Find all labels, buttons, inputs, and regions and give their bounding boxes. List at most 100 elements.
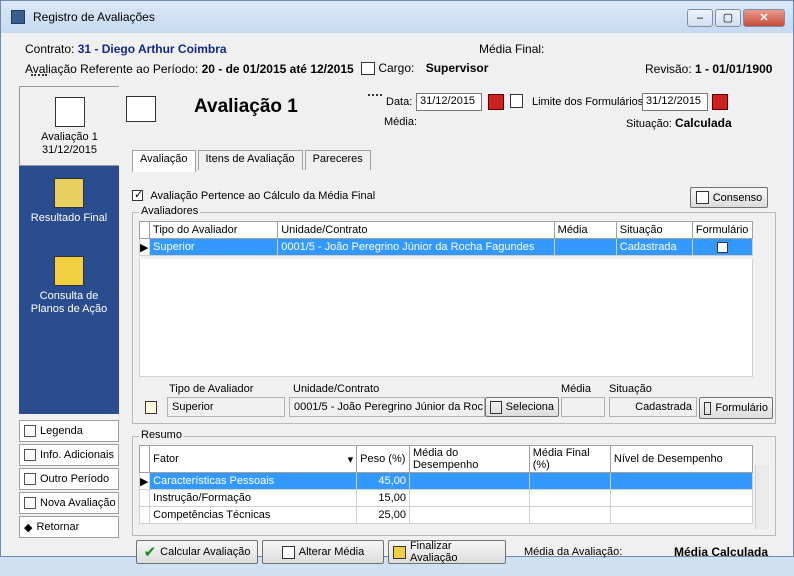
evaluation-panel: Avaliação 1 Data: 31/12/2015 Limite dos … bbox=[126, 86, 786, 574]
calendar-icon[interactable] bbox=[488, 94, 504, 110]
cell-fator: Instrução/Formação bbox=[149, 489, 358, 507]
calculo-checkbox-row[interactable]: Avaliação Pertence ao Cálculo da Média F… bbox=[132, 188, 375, 202]
table-row[interactable]: ▶ Características Pessoais 45,00 bbox=[138, 472, 754, 490]
calcular-avaliacao-button[interactable]: ✔ Calcular Avaliação bbox=[136, 540, 258, 564]
media-final-label: Média Final: bbox=[479, 42, 545, 56]
finalizar-avaliacao-button[interactable]: Finalizar Avaliação bbox=[388, 540, 506, 564]
cell-tipo: Superior bbox=[149, 238, 279, 256]
resumo-group: Resumo Fator ▾ Peso (%) Média do Desempen… bbox=[132, 429, 776, 536]
consenso-button[interactable]: Consenso bbox=[690, 187, 768, 208]
evaluation-icon bbox=[126, 96, 156, 122]
column-header[interactable]: Unidade/Contrato bbox=[277, 221, 555, 239]
resumo-scrollbar[interactable] bbox=[755, 465, 769, 529]
checkmark-icon: ✔ bbox=[143, 544, 157, 561]
media-label: Média: bbox=[384, 116, 418, 128]
avaliadores-table: Tipo do Avaliador Unidade/Contrato Média… bbox=[138, 221, 754, 256]
table-header: Fator ▾ Peso (%) Média do Desempenho Médi… bbox=[138, 445, 754, 473]
table-empty-area bbox=[139, 259, 753, 377]
minimize-button[interactable]: – bbox=[687, 9, 713, 27]
cell-fator: Competências Técnicas bbox=[149, 506, 358, 524]
periodo-line: Avaliação Referente ao Período: 20 - de … bbox=[25, 62, 354, 76]
form-icon bbox=[704, 401, 712, 415]
more-icon[interactable] bbox=[368, 94, 382, 100]
table-row[interactable]: Instrução/Formação 15,00 bbox=[138, 489, 754, 507]
page-title: Avaliação 1 bbox=[194, 96, 298, 117]
detail-media-label: Média bbox=[561, 383, 591, 395]
column-header[interactable]: Nível de Desempenho bbox=[609, 445, 754, 473]
resumo-table: Fator ▾ Peso (%) Média do Desempenho Médi… bbox=[138, 445, 754, 524]
column-header[interactable]: Situação bbox=[615, 221, 693, 239]
edit-icon[interactable] bbox=[361, 62, 375, 76]
title-bar: Registro de Avaliações – ▢ ✕ bbox=[1, 1, 793, 33]
formulario-checkbox[interactable] bbox=[716, 240, 728, 253]
info-adicionais-button[interactable]: Info. Adicionais bbox=[19, 444, 119, 466]
sidebar-item-label: Consulta de Planos de Ação bbox=[30, 290, 108, 315]
info-doc-icon[interactable] bbox=[510, 94, 523, 108]
cargo-line: Cargo: Supervisor bbox=[361, 61, 489, 76]
table-header: Tipo do Avaliador Unidade/Contrato Média… bbox=[138, 221, 754, 239]
retornar-button[interactable]: ◆ Retornar bbox=[19, 516, 119, 538]
dropdown-arrow-icon[interactable]: ▾ bbox=[348, 453, 354, 466]
close-button[interactable]: ✕ bbox=[743, 9, 785, 27]
outro-periodo-button[interactable]: Outro Período bbox=[19, 468, 119, 490]
sidebar-item-avaliacao-1[interactable]: Avaliação 1 31/12/2015 bbox=[19, 86, 119, 166]
column-header[interactable]: Média bbox=[553, 221, 617, 239]
column-header[interactable]: Média do Desempenho bbox=[408, 445, 530, 473]
cell-situacao: Cadastrada bbox=[615, 238, 693, 256]
data-field[interactable]: 31/12/2015 bbox=[416, 93, 482, 111]
situacao-label: Situação: bbox=[626, 118, 672, 130]
app-icon bbox=[11, 10, 25, 24]
new-document-icon[interactable] bbox=[145, 401, 157, 414]
search-icon bbox=[490, 400, 502, 414]
sidebar: Avaliação 1 31/12/2015 Resultado Final C… bbox=[19, 86, 123, 576]
cell-fator: Características Pessoais bbox=[149, 472, 358, 490]
alterar-media-button[interactable]: Alterar Média bbox=[262, 540, 384, 564]
detail-tipo-label: Tipo de Avaliador bbox=[169, 383, 254, 395]
cell-formulario[interactable] bbox=[691, 238, 754, 256]
seleciona-button[interactable]: Seleciona bbox=[485, 397, 559, 417]
resumo-title: Resumo bbox=[139, 429, 184, 441]
new-document-icon bbox=[24, 497, 36, 509]
sidebar-item-resultado-final[interactable]: Resultado Final bbox=[19, 178, 119, 238]
cell-peso: 25,00 bbox=[356, 506, 410, 524]
sidebar-item-label: Resultado Final bbox=[30, 212, 108, 224]
tab-pareceres[interactable]: Pareceres bbox=[304, 150, 371, 170]
table-row[interactable]: ▶ Superior 0001/5 - João Peregrino Júnio… bbox=[138, 238, 754, 256]
revisao-value: 1 - 01/01/1900 bbox=[695, 62, 773, 76]
column-header[interactable]: Tipo do Avaliador bbox=[149, 221, 279, 239]
cell-peso: 15,00 bbox=[356, 489, 410, 507]
column-header-fator[interactable]: Fator ▾ bbox=[149, 445, 358, 473]
column-header[interactable]: Formulário bbox=[691, 221, 754, 239]
tab-avaliacao[interactable]: Avaliação bbox=[132, 150, 196, 172]
maximize-button[interactable]: ▢ bbox=[715, 9, 741, 27]
detail-situacao-field: Cadastrada bbox=[609, 397, 697, 417]
column-header[interactable]: Peso (%) bbox=[356, 445, 410, 473]
cell-media bbox=[553, 238, 617, 256]
client-area: Contrato: 31 - Diego Arthur Coimbra Médi… bbox=[9, 33, 785, 564]
formulario-button[interactable]: Formulário bbox=[699, 397, 773, 419]
tab-itens-avaliacao[interactable]: Itens de Avaliação bbox=[197, 150, 303, 170]
legenda-button[interactable]: Legenda bbox=[19, 420, 119, 442]
results-book-icon bbox=[54, 178, 84, 208]
consenso-icon bbox=[695, 191, 709, 204]
limite-label: Limite dos Formulários: bbox=[532, 96, 647, 108]
contrato-line: Contrato: 31 - Diego Arthur Coimbra bbox=[25, 42, 227, 56]
contrato-value: 31 - Diego Arthur Coimbra bbox=[77, 42, 227, 56]
tab-bar: Avaliação Itens de Avaliação Pareceres bbox=[132, 150, 373, 172]
limite-field[interactable]: 31/12/2015 bbox=[642, 93, 708, 111]
calculo-checkbox[interactable] bbox=[132, 188, 143, 202]
detail-unidade-label: Unidade/Contrato bbox=[293, 383, 380, 395]
sidebar-item-planos-acao[interactable]: Consulta de Planos de Ação bbox=[19, 256, 119, 326]
calendar-icon[interactable] bbox=[712, 94, 728, 110]
splitter-handle[interactable] bbox=[31, 74, 47, 80]
situacao-line: Situação: Calculada bbox=[626, 116, 732, 130]
nova-avaliacao-button[interactable]: Nova Avaliação bbox=[19, 492, 119, 514]
periodo-value: 20 - de 01/2015 até 12/2015 bbox=[201, 62, 354, 76]
detail-media-field bbox=[561, 397, 605, 417]
periodo-label: Avaliação Referente ao Período: bbox=[25, 62, 199, 76]
column-header[interactable]: Média Final (%) bbox=[528, 445, 611, 473]
cargo-value: Supervisor bbox=[425, 61, 489, 75]
sidebar-item-label: Avaliação 1 31/12/2015 bbox=[41, 131, 98, 156]
table-row[interactable]: Competências Técnicas 25,00 bbox=[138, 506, 754, 524]
checkbox-label: Avaliação Pertence ao Cálculo da Média F… bbox=[150, 190, 376, 202]
